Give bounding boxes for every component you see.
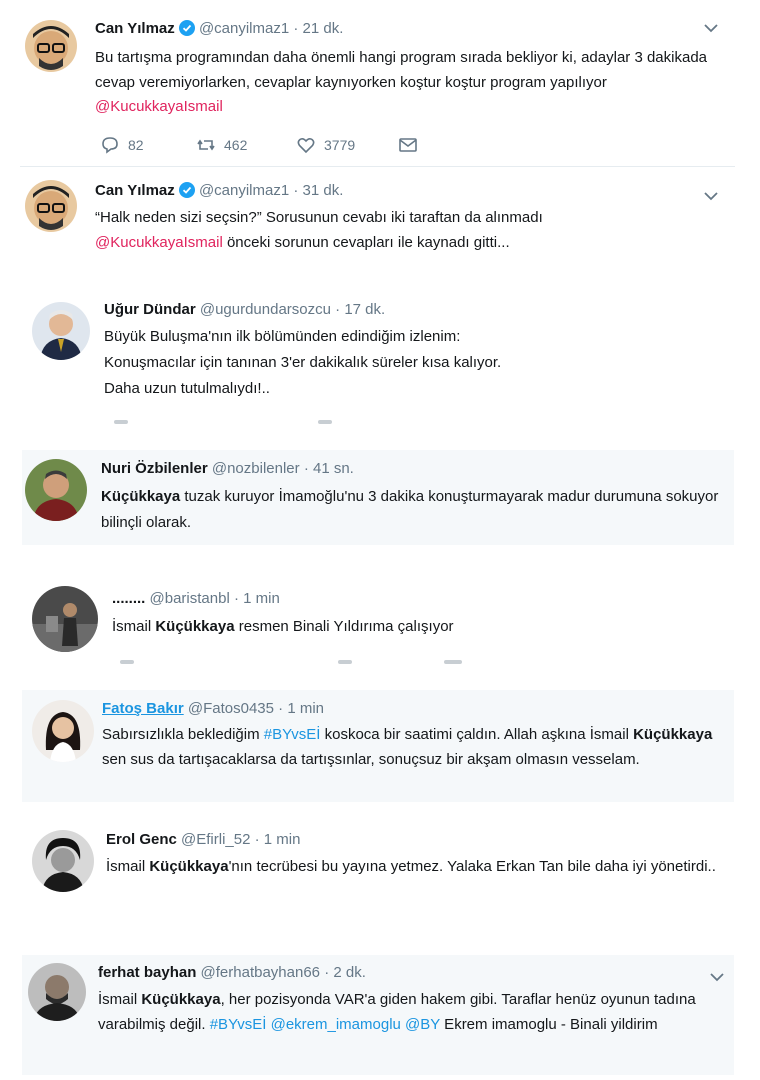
avatar-image [28,963,86,1021]
author-handle[interactable]: @baristanbl [150,590,230,607]
author-name[interactable]: Uğur Dündar [104,301,196,318]
highlight-text: Küçükkaya [141,991,221,1008]
avatar[interactable] [25,459,87,521]
author-name[interactable]: Erol Genc [106,831,177,848]
tweet-header: Fatoş Bakır @Fatos0435 · 1 min [102,700,324,717]
highlight-text: Küçükkaya [101,488,181,505]
tweet-card[interactable]: ........ @baristanbl · 1 min İsmail Küçü… [22,576,734,671]
tweet-text: Bu tartışma programından daha önemli han… [95,49,707,115]
author-name[interactable]: Can Yılmaz [95,182,175,199]
chevron-down-icon[interactable] [710,969,724,985]
tweet-text: Sabırsızlıkla beklediğim #BYvsEİ koskoca… [102,726,713,768]
tweet-card[interactable]: Can Yılmaz @canyilmaz1 · 21 dk. Bu tartı… [20,8,735,168]
tweet-time[interactable]: · 31 dk. [293,182,343,199]
tweet-card[interactable]: ferhat bayhan @ferhatbayhan66 · 2 dk. İs… [22,955,734,1075]
tweet-text: Küçükkaya tuzak kuruyor İmamoğlu'nu 3 da… [101,488,719,531]
avatar-image [32,830,94,892]
tweet-header: ferhat bayhan @ferhatbayhan66 · 2 dk. [98,964,366,981]
retweet-icon [197,139,215,151]
avatar-image [25,459,87,521]
author-name[interactable]: Nuri Özbilenler [101,460,208,477]
author-handle[interactable]: @canyilmaz1 [199,182,289,199]
author-handle[interactable]: @Fatos0435 [188,700,274,717]
avatar-image [32,302,90,360]
author-handle[interactable]: @canyilmaz1 [199,20,289,37]
tweet-card[interactable]: Can Yılmaz @canyilmaz1 · 31 dk. “Halk ne… [20,170,735,265]
mention-link[interactable]: @KucukkayaIsmail [95,234,223,251]
dm-button[interactable] [398,135,418,155]
mention-link[interactable]: @KucukkayaIsmail [95,98,223,115]
retweet-count: 462 [224,137,248,153]
highlight-text: Küçükkaya [633,726,713,743]
tweet-text: “Halk neden sizi seçsin?” Sorusunun ceva… [95,209,543,251]
tweet-card[interactable]: Uğur Dündar @ugurdundarsozcu · 17 dk. Bü… [20,290,735,425]
avatar[interactable] [25,20,77,72]
tweet-card[interactable]: Nuri Özbilenler @nozbilenler · 41 sn. Kü… [22,450,734,545]
tweet-header: Can Yılmaz @canyilmaz1 · 31 dk. [95,182,343,199]
tweet-text: İsmail Küçükkaya, her pozisyonda VAR'a g… [98,991,696,1033]
author-handle[interactable]: @Efirli_52 [181,831,250,848]
avatar[interactable] [32,830,94,892]
author-handle[interactable]: @ugurdundarsozcu [200,301,331,318]
tweet-time[interactable]: · 21 dk. [293,20,343,37]
tweet-time[interactable]: · 1 min [278,700,324,717]
reply-button[interactable]: 82 [100,135,144,155]
tweet-header: ........ @baristanbl · 1 min [112,590,280,607]
tweet-header: Nuri Özbilenler @nozbilenler · 41 sn. [101,460,354,477]
author-handle[interactable]: @ferhatbayhan66 [201,964,320,981]
highlight-text: Küçükkaya [149,858,229,875]
avatar-image [25,20,77,72]
tweet-time[interactable]: · 2 dk. [324,964,366,981]
tweet-time[interactable]: · 41 sn. [304,460,354,477]
avatar[interactable] [32,700,94,762]
tweet-header: Can Yılmaz @canyilmaz1 · 21 dk. [95,20,343,37]
cropped-action-bar [114,420,128,424]
tweet-time[interactable]: · 1 min [255,831,301,848]
avatar-image [25,180,77,232]
highlight-text: Küçükkaya [155,618,235,635]
tweet-text: İsmail Küçükkaya resmen Binali Yıldırıma… [112,618,454,635]
avatar-image [32,700,94,762]
cropped-action-bar [444,660,462,664]
tweet-header: Erol Genc @Efirli_52 · 1 min [106,831,300,848]
reply-count: 82 [128,137,144,153]
tweet-card[interactable]: Fatoş Bakır @Fatos0435 · 1 min Sabırsızl… [22,690,734,802]
reply-icon [102,137,118,154]
tweet-time[interactable]: · 17 dk. [335,301,385,318]
author-name[interactable]: ........ [112,590,145,607]
tweet-card[interactable]: Erol Genc @Efirli_52 · 1 min İsmail Küçü… [22,820,734,920]
cropped-action-bar [318,420,332,424]
author-name[interactable]: ferhat bayhan [98,964,196,981]
chevron-down-icon[interactable] [704,20,718,36]
avatar[interactable] [25,180,77,232]
avatar[interactable] [32,302,90,360]
tweet-text: İsmail Küçükkaya'nın tecrübesi bu yayına… [106,858,716,875]
author-name[interactable]: Fatoş Bakır [102,700,184,717]
tweet-text: Büyük Buluşma'nın ilk bölümünden edindiğ… [104,328,502,397]
verified-icon [178,20,195,36]
avatar[interactable] [32,586,98,652]
verified-icon [178,182,195,198]
tweet-header: Uğur Dündar @ugurdundarsozcu · 17 dk. [104,301,385,318]
hashtag-link[interactable]: #BYvsEİ [264,726,321,743]
tweet-actions: 82 462 3779 [100,135,520,159]
mention-link[interactable]: @BY [405,1016,440,1033]
avatar-image [32,586,98,652]
avatar[interactable] [28,963,86,1021]
author-name[interactable]: Can Yılmaz [95,20,175,37]
cropped-action-bar [338,660,352,664]
divider [20,166,735,167]
mention-link[interactable]: @ekrem_imamoglu [271,1016,401,1033]
tweet-time[interactable]: · 1 min [234,590,280,607]
like-count: 3779 [324,137,356,153]
like-button[interactable]: 3779 [296,135,355,155]
author-handle[interactable]: @nozbilenler [212,460,300,477]
dm-icon [399,138,417,152]
like-icon [297,137,315,154]
cropped-action-bar [120,660,134,664]
hashtag-link[interactable]: #BYvsEİ [210,1016,267,1033]
chevron-down-icon[interactable] [704,188,718,204]
retweet-button[interactable]: 462 [196,135,247,155]
